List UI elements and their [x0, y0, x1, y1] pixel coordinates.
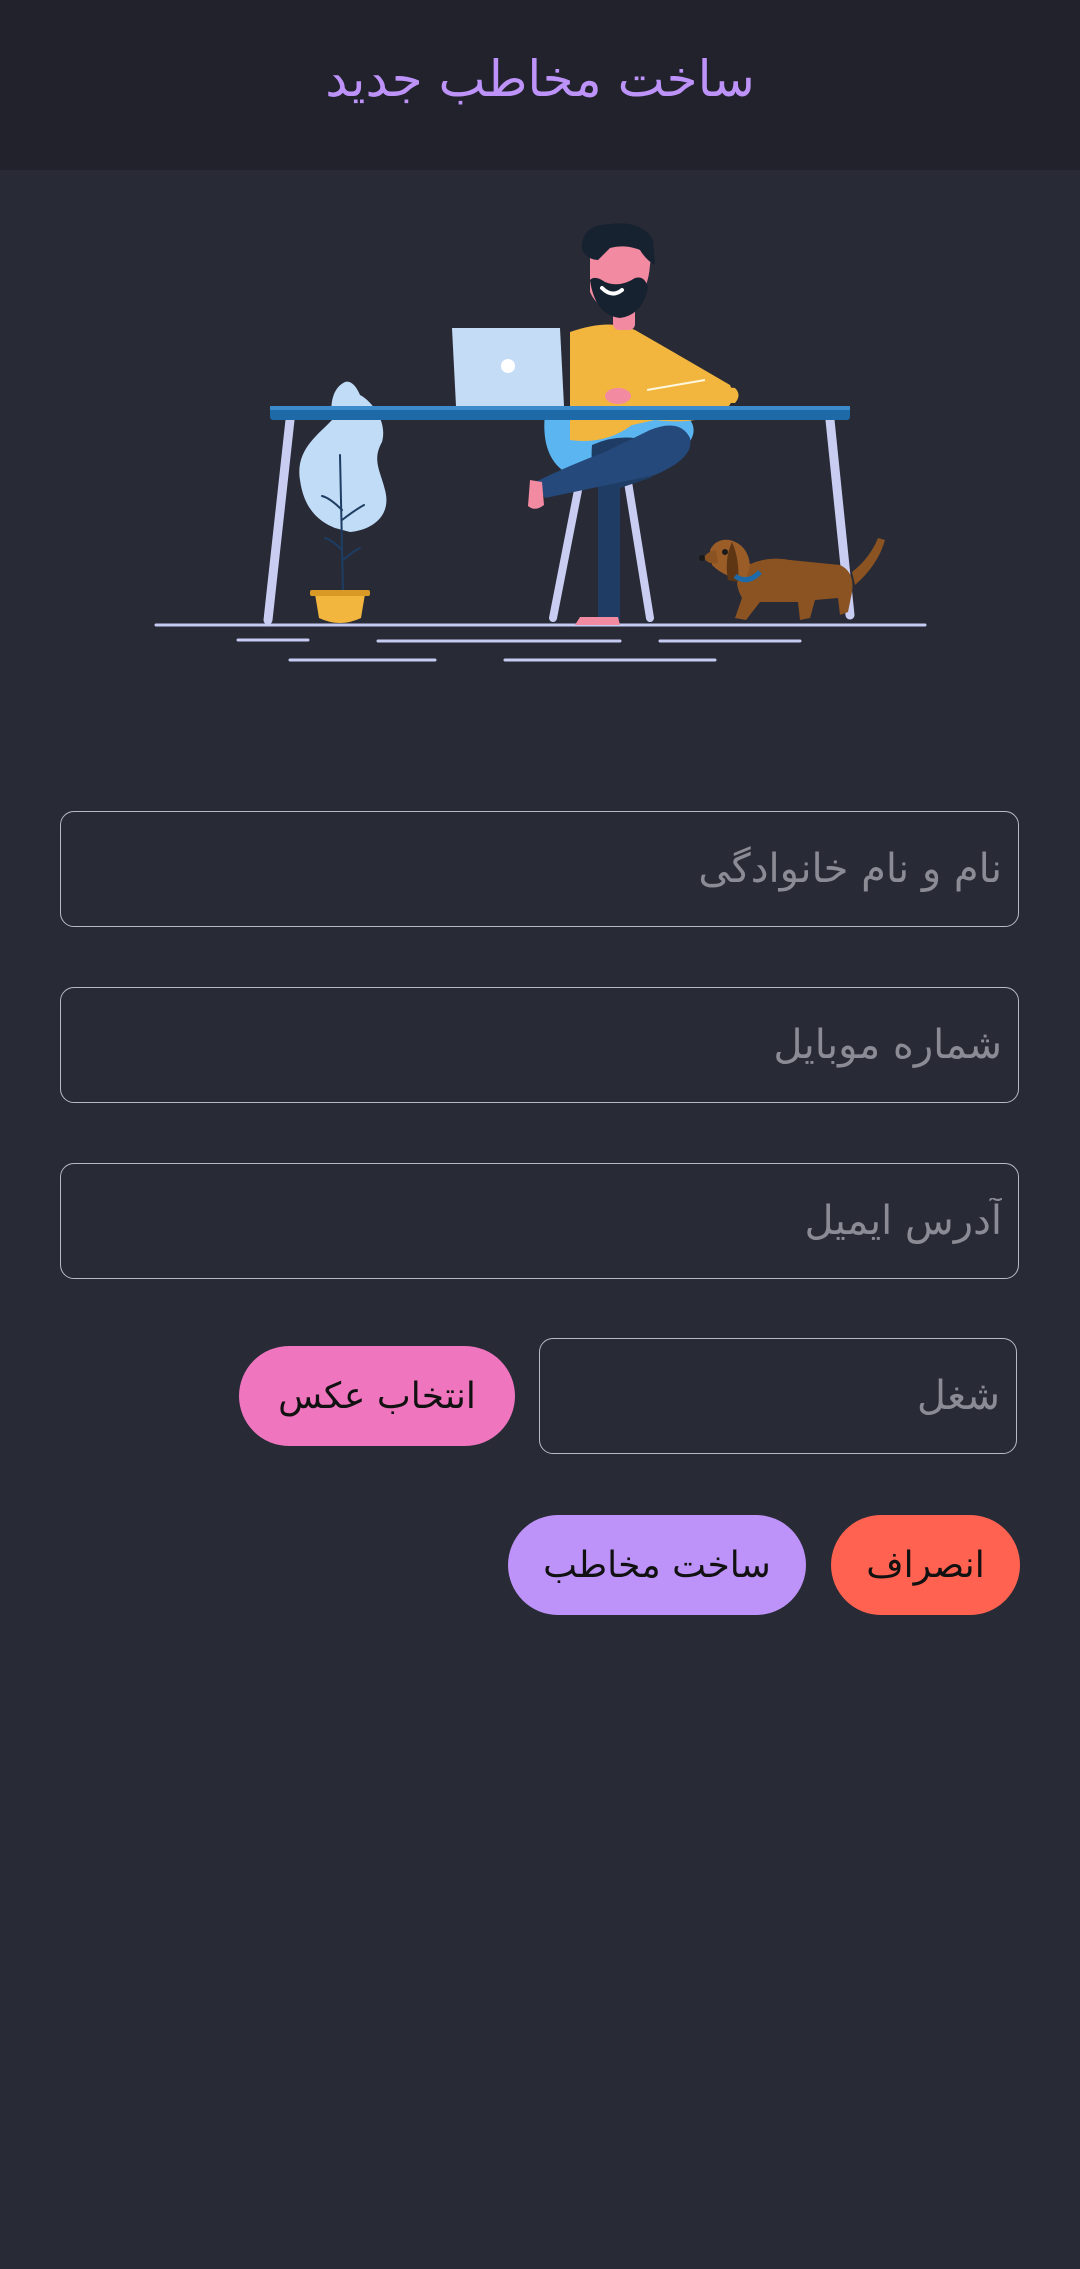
app-header: ساخت مخاطب جدید — [0, 0, 1080, 170]
cancel-button[interactable]: انصراف — [831, 1515, 1020, 1615]
full-name-input[interactable] — [61, 812, 1018, 926]
email-address-input[interactable] — [61, 1164, 1018, 1278]
create-contact-button[interactable]: ساخت مخاطب — [508, 1515, 806, 1615]
mobile-number-field[interactable] — [60, 987, 1019, 1103]
full-name-field[interactable] — [60, 811, 1019, 927]
person-at-desk-illustration — [154, 223, 927, 662]
email-address-field[interactable] — [60, 1163, 1019, 1279]
job-input[interactable] — [540, 1339, 1016, 1453]
choose-photo-button[interactable]: انتخاب عکس — [239, 1346, 515, 1446]
page-title: ساخت مخاطب جدید — [325, 50, 755, 108]
job-field[interactable] — [539, 1338, 1017, 1454]
mobile-number-input[interactable] — [61, 988, 1018, 1102]
